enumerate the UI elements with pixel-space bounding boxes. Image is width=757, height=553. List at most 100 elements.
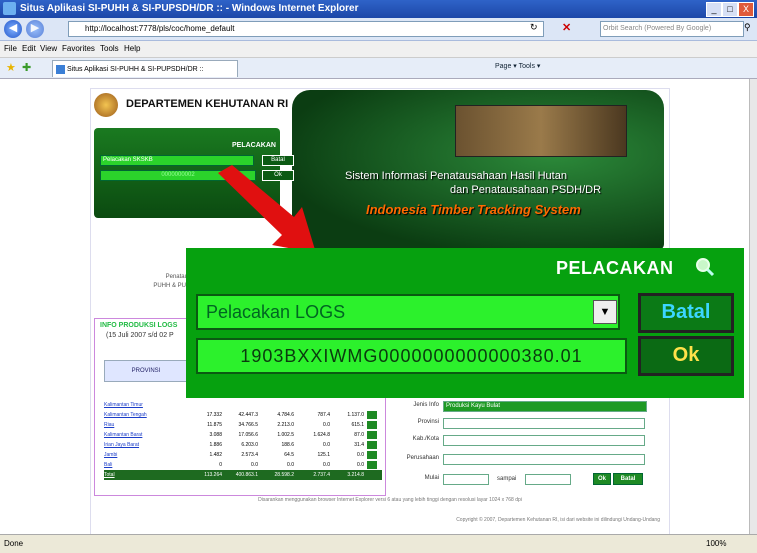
status-text: Done — [4, 539, 24, 548]
cell: 787.4 — [317, 412, 330, 418]
province-link[interactable]: Kalimantan Tengah — [104, 410, 184, 420]
form-cancel-button[interactable]: Batal — [613, 473, 643, 485]
row-bar — [367, 461, 377, 469]
sampai-date-field[interactable] — [525, 474, 571, 485]
jenis-info-select[interactable]: Produksi Kayu Bulat — [443, 401, 647, 412]
maximize-button[interactable]: □ — [722, 2, 738, 17]
cell: 4.784.6 — [277, 412, 294, 418]
kabkota-field[interactable] — [443, 435, 645, 446]
cell: 1.624.8 — [313, 432, 330, 438]
ie-icon — [3, 2, 16, 15]
cell: 1.137.0 — [347, 412, 364, 418]
menu-favorites[interactable]: Favorites — [62, 44, 95, 53]
cell: 64.5 — [284, 452, 294, 458]
hero-title-line2: dan Penatausahaan PSDH/DR — [450, 184, 602, 196]
menu-view[interactable]: View — [40, 44, 57, 53]
refresh-icon[interactable]: ↻ — [530, 22, 538, 33]
close-button[interactable]: X — [738, 2, 754, 17]
perusahaan-field[interactable] — [443, 454, 645, 465]
tab-page-icon — [56, 65, 65, 74]
tab-bar: ★ ✚ Situs Aplikasi SI-PUHH & SI-PUPSDH/D… — [0, 58, 757, 79]
window-title: Situs Aplikasi SI-PUHH & SI-PUPSDH/DR ::… — [20, 3, 359, 14]
sampai-label: sampai — [497, 476, 517, 482]
zoom-level[interactable]: 100% — [706, 539, 726, 548]
cell: 0.0 — [251, 462, 258, 468]
table-row: Bali 0 0.0 0.0 0.0 0.0 — [104, 460, 382, 470]
command-bar[interactable]: Page ▾ Tools ▾ — [495, 62, 540, 70]
window-titlebar: Situs Aplikasi SI-PUHH & SI-PUPSDH/DR ::… — [0, 0, 757, 18]
row-bar — [367, 421, 377, 429]
vertical-scrollbar[interactable] — [749, 79, 757, 534]
menu-bar: File Edit View Favorites Tools Help — [0, 41, 757, 58]
total-link[interactable]: Total — [104, 470, 184, 480]
table-row: Kalimantan Barat 3.088 17.056.6 1.002.5 … — [104, 430, 382, 440]
red-arrow-icon — [218, 165, 316, 253]
url-field[interactable]: http://localhost:7778/pls/coc/home_defau… — [68, 21, 544, 37]
table-row: Riau 11.875 34.766.5 2.213.0 0.0 615.1 — [104, 420, 382, 430]
province-link[interactable]: Irian Jaya Barat — [104, 440, 184, 450]
search-input[interactable]: Orbit Search (Powered By Google) — [600, 21, 744, 37]
province-link[interactable]: Kalimantan Timur — [104, 400, 184, 410]
browser-recommendation: Disarankan menggunakan browser Internet … — [258, 497, 522, 503]
back-button[interactable]: ◀ — [4, 20, 22, 38]
copyright: Copyright © 2007, Departemen Kehutanan R… — [456, 517, 660, 523]
cell: 1.482 — [209, 452, 222, 458]
cell: 6.203.0 — [241, 442, 258, 448]
cell: 0.0 — [287, 462, 294, 468]
mulai-date-field[interactable] — [443, 474, 489, 485]
cell: 34.766.5 — [238, 422, 258, 428]
cell: 125.1 — [317, 452, 330, 458]
cell: 2.737.4 — [313, 472, 330, 478]
cell: 3.088 — [209, 432, 222, 438]
table-total-row: Total 113.264 400.863.1 28.598.2 2.737.4… — [104, 470, 382, 480]
add-favorites-icon[interactable]: ✚ — [22, 61, 31, 74]
cell: 615.1 — [351, 422, 364, 428]
cell: 0.0 — [323, 442, 330, 448]
cell: 2.213.0 — [277, 422, 294, 428]
menu-edit[interactable]: Edit — [22, 44, 36, 53]
cell: 1.886 — [209, 442, 222, 448]
cell: 2.573.4 — [241, 452, 258, 458]
minimize-button[interactable]: _ — [706, 2, 722, 17]
province-link[interactable]: Riau — [104, 420, 184, 430]
province-link[interactable]: Bali — [104, 460, 184, 470]
province-link[interactable]: Kalimantan Barat — [104, 430, 184, 440]
stop-icon[interactable]: ✕ — [562, 21, 571, 34]
cell: 11.875 — [207, 422, 222, 428]
hero-title-line1: Sistem Informasi Penatausahaan Hasil Hut… — [345, 170, 567, 182]
provinsi-label: Provinsi — [417, 419, 439, 425]
jenis-info-label: Jenis Info — [413, 402, 439, 408]
magnifier-icon — [696, 258, 715, 277]
tracking-number-input[interactable]: 1903BXXIWMG0000000000000380.01 — [196, 338, 627, 374]
table-row: Irian Jaya Barat 1.886 6.203.0 188.6 0.0… — [104, 440, 382, 450]
chevron-down-icon[interactable]: ▼ — [593, 300, 617, 324]
ok-button[interactable]: Ok — [638, 336, 734, 376]
menu-file[interactable]: File — [4, 44, 17, 53]
address-bar: ◀ ▶ http://localhost:7778/pls/coc/home_d… — [0, 18, 757, 41]
hero-tagline: Indonesia Timber Tracking System — [366, 202, 581, 217]
mulai-label: Mulai — [424, 475, 439, 481]
search-icon[interactable]: ⚲ — [744, 22, 751, 33]
province-link[interactable]: Jambi — [104, 450, 184, 460]
tab-current[interactable]: Situs Aplikasi SI-PUHH & SI-PUPSDH/DR :: — [52, 60, 238, 77]
cell: 113.264 — [204, 472, 222, 478]
form-ok-button[interactable]: Ok — [593, 473, 611, 485]
tracking-title-small: PELACAKAN — [232, 142, 276, 149]
cell: 0.0 — [357, 452, 364, 458]
tracking-type-select[interactable]: Pelacakan LOGS — [196, 294, 620, 330]
row-bar — [367, 431, 377, 439]
favorites-star-icon[interactable]: ★ — [6, 61, 16, 74]
menu-help[interactable]: Help — [124, 44, 140, 53]
department-name: DEPARTEMEN KEHUTANAN RI — [126, 98, 289, 110]
perusahaan-label: Perusahaan — [406, 455, 439, 461]
provinsi-field[interactable] — [443, 418, 645, 429]
cell: 0.0 — [323, 422, 330, 428]
table-row: Kalimantan Timur — [104, 400, 382, 410]
forward-button[interactable]: ▶ — [26, 20, 44, 38]
cancel-button[interactable]: Batal — [638, 293, 734, 333]
status-bar: Done 100% — [0, 534, 757, 553]
cell: 31.4 — [354, 442, 364, 448]
tracking-title: PELACAKAN — [556, 258, 674, 278]
menu-tools[interactable]: Tools — [100, 44, 119, 53]
cell: 17.332 — [206, 412, 222, 418]
